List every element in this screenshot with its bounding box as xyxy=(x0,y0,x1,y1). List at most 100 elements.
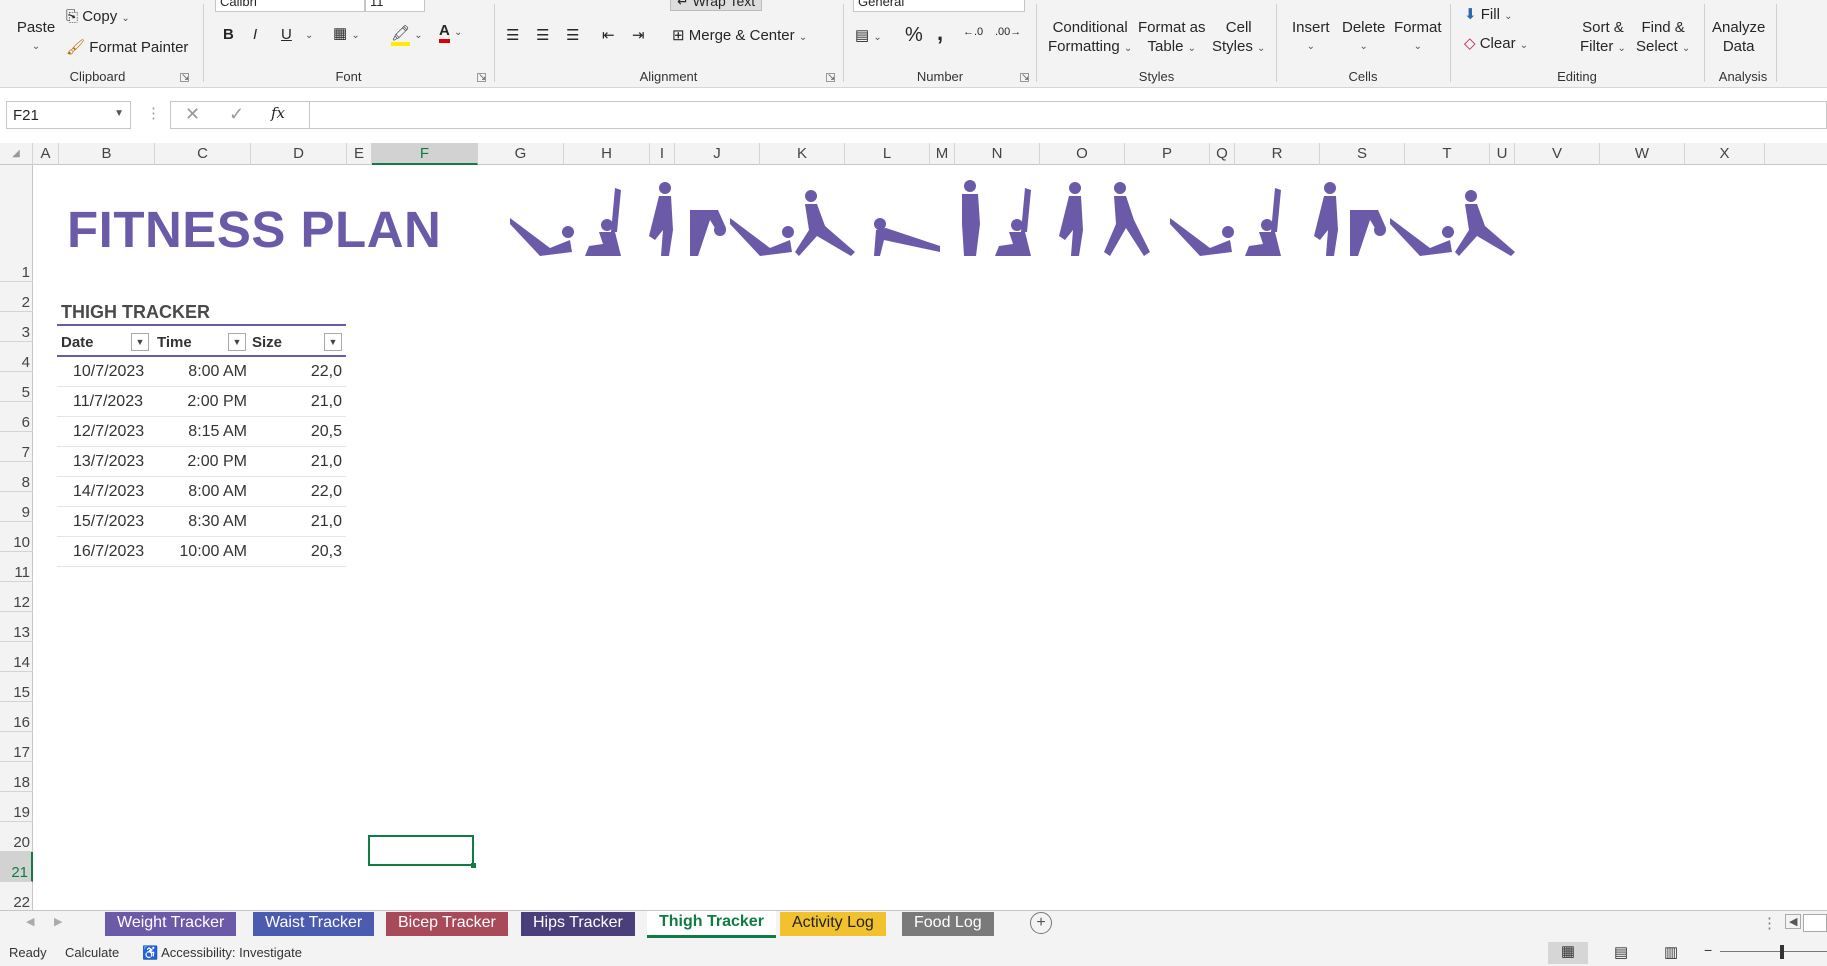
time-cell[interactable]: 10:00 AM xyxy=(179,543,247,561)
cancel-icon[interactable]: ✕ xyxy=(185,104,200,125)
column-header-q[interactable]: Q xyxy=(1210,143,1235,165)
number-format-select[interactable]: General xyxy=(853,0,1025,12)
cell-styles-button[interactable]: Cell Styles ⌄ xyxy=(1212,18,1265,58)
decrease-indent-icon[interactable]: ⇤ xyxy=(602,26,615,44)
column-header-a[interactable]: A xyxy=(33,143,59,165)
table-row[interactable]: 10/7/2023 8:00 AM 22,0 xyxy=(57,357,346,387)
row-header-4[interactable]: 4 xyxy=(0,342,33,372)
row-header-16[interactable]: 16 xyxy=(0,702,33,732)
italic-button[interactable]: I xyxy=(253,26,257,43)
table-row[interactable]: 12/7/2023 8:15 AM 20,5 xyxy=(57,417,346,447)
font-color-icon[interactable]: A ⌄ xyxy=(439,22,462,43)
column-header-r[interactable]: R xyxy=(1235,143,1320,165)
comma-button[interactable]: , xyxy=(937,20,943,46)
scroll-left-icon[interactable]: ◀ xyxy=(26,915,34,928)
date-filter-dropdown-icon[interactable]: ▼ xyxy=(131,333,149,351)
date-cell[interactable]: 16/7/2023 xyxy=(73,543,144,561)
tab-activity-log[interactable]: Activity Log xyxy=(780,912,886,936)
column-header-u[interactable]: U xyxy=(1490,143,1515,165)
size-cell[interactable]: 20,5 xyxy=(311,423,342,441)
column-header-n[interactable]: N xyxy=(955,143,1040,165)
table-row[interactable]: 11/7/2023 2:00 PM 21,0 xyxy=(57,387,346,417)
zoom-slider[interactable] xyxy=(1720,951,1827,952)
tab-weight-tracker[interactable]: Weight Tracker xyxy=(105,912,237,936)
row-header-17[interactable]: 17 xyxy=(0,732,33,762)
size-cell[interactable]: 22,0 xyxy=(311,363,342,381)
column-header-s[interactable]: S xyxy=(1320,143,1405,165)
row-header-21[interactable]: 21 xyxy=(0,852,33,882)
normal-view-icon[interactable]: ▦ xyxy=(1548,942,1588,964)
table-row[interactable]: 16/7/2023 10:00 AM 20,3 xyxy=(57,537,346,567)
table-row[interactable]: 13/7/2023 2:00 PM 21,0 xyxy=(57,447,346,477)
column-header-g[interactable]: G xyxy=(478,143,564,165)
column-header-b[interactable]: B xyxy=(59,143,155,165)
paste-button[interactable]: Paste ⌄ xyxy=(14,18,58,56)
time-cell[interactable]: 8:00 AM xyxy=(188,363,247,381)
row-header-14[interactable]: 14 xyxy=(0,642,33,672)
time-cell[interactable]: 2:00 PM xyxy=(187,393,247,411)
select-all-corner[interactable]: ◢ xyxy=(0,143,33,165)
conditional-formatting-button[interactable]: Conditional Formatting ⌄ xyxy=(1048,18,1132,58)
size-cell[interactable]: 22,0 xyxy=(311,483,342,501)
column-header-j[interactable]: J xyxy=(675,143,760,165)
column-header-v[interactable]: V xyxy=(1515,143,1600,165)
increase-indent-icon[interactable]: ⇥ xyxy=(632,26,645,44)
scroll-right-icon[interactable]: ▶ xyxy=(54,915,62,928)
clear-button[interactable]: ◇ Clear ⌄ xyxy=(1464,34,1528,52)
h-scroll-left-icon[interactable]: ◀ xyxy=(1785,914,1802,929)
column-header-x[interactable]: X xyxy=(1685,143,1765,165)
insert-button[interactable]: Insert ⌄ xyxy=(1292,18,1330,56)
formula-input[interactable] xyxy=(310,101,1827,129)
merge-center-button[interactable]: ⊞ Merge & Center ⌄ xyxy=(672,26,807,44)
row-header-2[interactable]: 2 xyxy=(0,282,33,312)
column-header-f[interactable]: F xyxy=(372,143,478,165)
align-left-icon[interactable]: ☰ xyxy=(506,26,519,44)
wrap-text-button[interactable]: ↵ Wrap Text xyxy=(670,0,763,11)
tab-bicep-tracker[interactable]: Bicep Tracker xyxy=(386,912,508,936)
underline-button[interactable]: U xyxy=(281,26,292,43)
row-header-3[interactable]: 3 xyxy=(0,312,33,342)
column-header-e[interactable]: E xyxy=(347,143,372,165)
chevron-down-icon[interactable]: ▼ xyxy=(114,108,124,119)
number-launcher-icon[interactable]: ↘ xyxy=(1020,73,1029,83)
align-center-icon[interactable]: ☰ xyxy=(536,26,549,44)
table-row[interactable]: 14/7/2023 8:00 AM 22,0 xyxy=(57,477,346,507)
align-right-icon[interactable]: ☰ xyxy=(566,26,579,44)
alignment-launcher-icon[interactable]: ↘ xyxy=(826,73,835,83)
find-select-button[interactable]: Find & Select ⌄ xyxy=(1636,18,1690,58)
size-cell[interactable]: 21,0 xyxy=(311,513,342,531)
tab-options-icon[interactable]: ⋮ xyxy=(1762,914,1777,932)
size-cell[interactable]: 21,0 xyxy=(311,453,342,471)
column-header-p[interactable]: P xyxy=(1125,143,1210,165)
font-name-select[interactable]: Calibri xyxy=(215,0,365,12)
underline-dropdown-icon[interactable]: ⌄ xyxy=(305,30,313,41)
increase-decimal-icon[interactable]: ←.0 xyxy=(963,26,983,38)
column-header-m[interactable]: M xyxy=(930,143,955,165)
horizontal-scrollbar[interactable] xyxy=(1803,914,1827,932)
page-layout-view-icon[interactable]: ▤ xyxy=(1614,943,1628,961)
row-header-20[interactable]: 20 xyxy=(0,822,33,852)
time-cell[interactable]: 8:15 AM xyxy=(188,423,247,441)
column-header-t[interactable]: T xyxy=(1405,143,1490,165)
column-header-l[interactable]: L xyxy=(845,143,930,165)
tab-hips-tracker[interactable]: Hips Tracker xyxy=(521,912,635,936)
row-header-22[interactable]: 22 xyxy=(0,882,33,912)
format-as-table-button[interactable]: Format as Table ⌄ xyxy=(1138,18,1206,58)
column-header-o[interactable]: O xyxy=(1040,143,1125,165)
size-cell[interactable]: 20,3 xyxy=(311,543,342,561)
insert-function-icon[interactable]: fx xyxy=(271,104,285,122)
column-header-h[interactable]: H xyxy=(564,143,650,165)
row-header-19[interactable]: 19 xyxy=(0,792,33,822)
column-header-w[interactable]: W xyxy=(1600,143,1685,165)
decrease-decimal-icon[interactable]: .00→ xyxy=(995,26,1021,38)
date-cell[interactable]: 10/7/2023 xyxy=(73,363,144,381)
time-cell[interactable]: 2:00 PM xyxy=(187,453,247,471)
clipboard-launcher-icon[interactable]: ↘ xyxy=(180,73,189,83)
analyze-data-button[interactable]: Analyze Data xyxy=(1712,18,1765,56)
page-break-view-icon[interactable]: ▥ xyxy=(1664,943,1678,961)
tab-waist-tracker[interactable]: Waist Tracker xyxy=(253,912,375,936)
time-filter-dropdown-icon[interactable]: ▼ xyxy=(228,333,246,351)
tab-food-log[interactable]: Food Log xyxy=(902,912,994,936)
bold-button[interactable]: B xyxy=(223,26,234,43)
format-button[interactable]: Format ⌄ xyxy=(1394,18,1442,56)
